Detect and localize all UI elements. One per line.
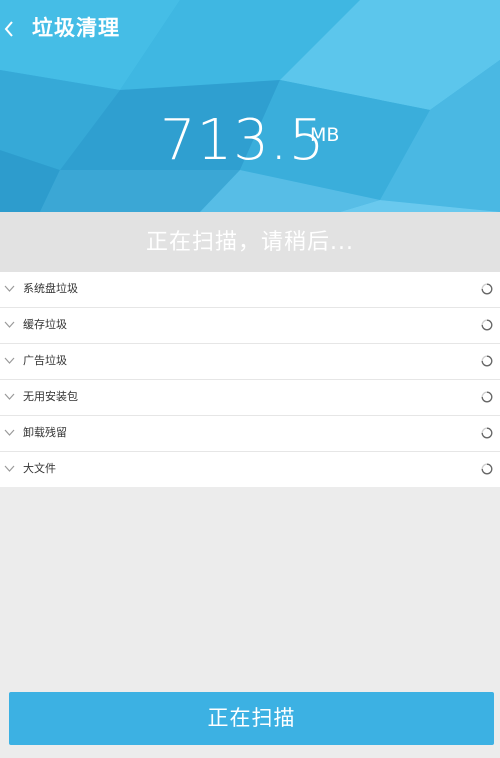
chevron-down-icon xyxy=(4,465,15,472)
back-button[interactable] xyxy=(0,10,28,46)
scan-status-bar: 正在扫描，请稍后... xyxy=(0,212,500,272)
category-label: 系统盘垃圾 xyxy=(23,282,78,295)
top-bar: 垃圾清理 xyxy=(0,0,500,56)
chevron-down-icon xyxy=(4,285,15,292)
loading-spinner-icon xyxy=(481,319,493,331)
loading-spinner-icon xyxy=(481,283,493,295)
category-item-ads[interactable]: 广告垃圾 xyxy=(0,344,500,380)
category-item-large-files[interactable]: 大文件 xyxy=(0,452,500,487)
junk-size-unit: MB xyxy=(310,124,340,146)
header-banner: 垃圾清理 713.5 MB xyxy=(0,0,500,212)
loading-spinner-icon xyxy=(481,463,493,475)
chevron-down-icon xyxy=(4,393,15,400)
category-item-cache[interactable]: 缓存垃圾 xyxy=(0,308,500,344)
chevron-down-icon xyxy=(4,429,15,436)
scan-status-text: 正在扫描，请稍后... xyxy=(146,230,354,255)
scan-button-label: 正在扫描 xyxy=(207,706,296,730)
category-label: 广告垃圾 xyxy=(23,354,67,367)
page-title: 垃圾清理 xyxy=(32,16,120,40)
category-item-uninstall-residue[interactable]: 卸载残留 xyxy=(0,416,500,452)
junk-size-value: 713.5 xyxy=(160,108,326,173)
loading-spinner-icon xyxy=(481,355,493,367)
category-label: 大文件 xyxy=(23,462,56,475)
category-label: 无用安装包 xyxy=(23,390,78,403)
scan-button[interactable]: 正在扫描 xyxy=(9,692,494,745)
chevron-down-icon xyxy=(4,357,15,364)
chevron-left-icon xyxy=(4,21,13,37)
loading-spinner-icon xyxy=(481,427,493,439)
junk-size-display: 713.5 MB xyxy=(0,108,500,178)
junk-category-list: 系统盘垃圾 缓存垃圾 广告垃圾 无用安装包 卸载残留 大文件 xyxy=(0,272,500,487)
category-label: 卸载残留 xyxy=(23,426,67,439)
category-item-system-disk[interactable]: 系统盘垃圾 xyxy=(0,272,500,308)
loading-spinner-icon xyxy=(481,391,493,403)
chevron-down-icon xyxy=(4,321,15,328)
category-label: 缓存垃圾 xyxy=(23,318,67,331)
category-item-install-packages[interactable]: 无用安装包 xyxy=(0,380,500,416)
